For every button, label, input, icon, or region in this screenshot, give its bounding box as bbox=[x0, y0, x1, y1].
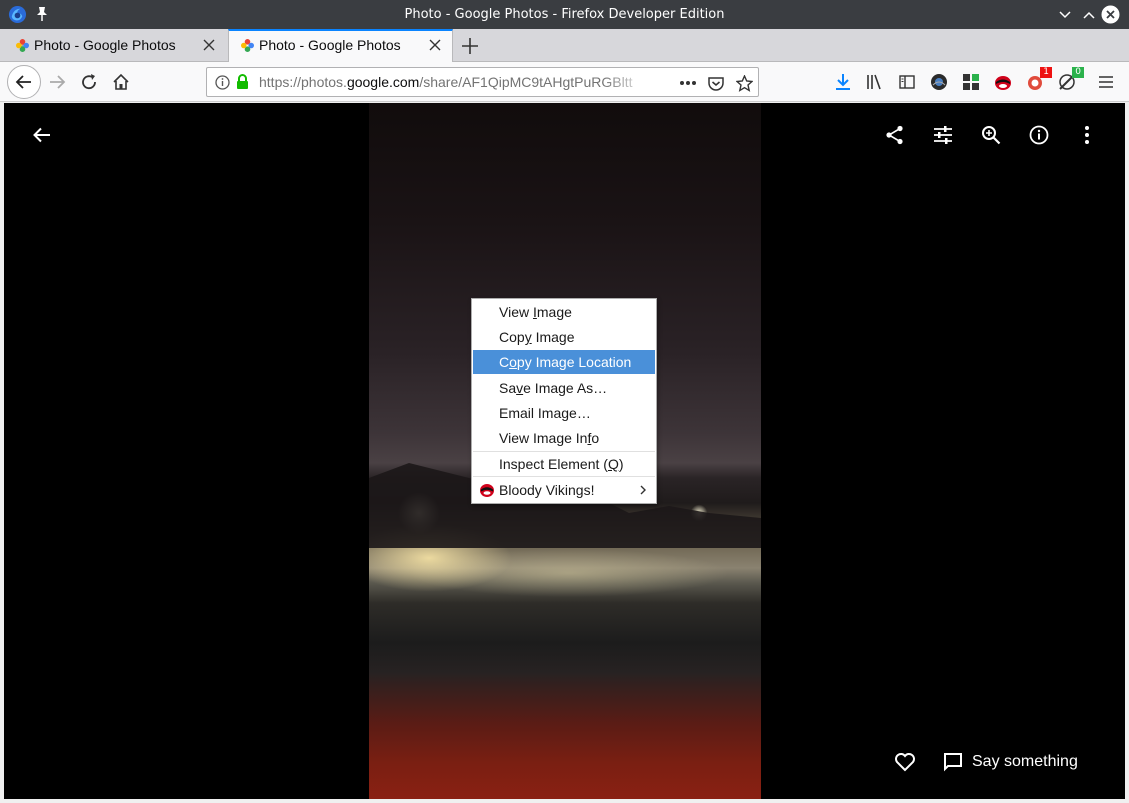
sidebar-button[interactable] bbox=[896, 71, 918, 93]
browser-window: Photo - Google Photos - Firefox Develope… bbox=[0, 0, 1129, 803]
minimize-button[interactable] bbox=[1055, 5, 1074, 24]
hamburger-menu-icon bbox=[1099, 76, 1113, 88]
menu-item-view-image[interactable]: View Image bbox=[473, 300, 655, 324]
window-title: Photo - Google Photos - Firefox Develope… bbox=[404, 7, 725, 22]
heart-icon bbox=[895, 753, 915, 772]
url-bar[interactable]: https://photos.google.com/share/AF1QipMC… bbox=[206, 67, 759, 97]
nav-bar: https://photos.google.com/share/AF1QipMC… bbox=[0, 62, 1129, 102]
chevron-down-icon bbox=[1058, 10, 1071, 18]
info-button[interactable] bbox=[1025, 121, 1053, 149]
url-text: https://photos.google.com/share/AF1QipMC… bbox=[259, 74, 633, 90]
page-actions-button[interactable] bbox=[678, 73, 698, 93]
menu-item-email-image[interactable]: Email Image… bbox=[473, 401, 655, 425]
zoom-in-icon bbox=[982, 126, 1001, 145]
close-tab-icon[interactable] bbox=[428, 38, 442, 52]
new-tab-icon[interactable] bbox=[460, 36, 480, 56]
favorite-button[interactable] bbox=[891, 748, 919, 776]
grid-addon-icon bbox=[963, 74, 979, 90]
tab-strip: Photo - Google Photos Photo - Google Pho… bbox=[0, 29, 1129, 63]
title-bar: Photo - Google Photos - Firefox Develope… bbox=[0, 0, 1129, 29]
close-tab-icon[interactable] bbox=[202, 38, 216, 52]
tab-label: Photo - Google Photos bbox=[34, 37, 176, 53]
notification-badge: 0 bbox=[1072, 67, 1084, 78]
reload-button[interactable] bbox=[75, 68, 103, 96]
chevron-up-icon bbox=[1082, 11, 1095, 19]
chevron-right-icon bbox=[640, 485, 646, 495]
menu-item-copy-image-location[interactable]: Copy Image Location bbox=[473, 350, 655, 374]
close-window-button[interactable] bbox=[1101, 5, 1120, 24]
share-icon bbox=[886, 125, 903, 145]
comment-icon bbox=[944, 753, 962, 772]
home-icon bbox=[113, 73, 129, 90]
app-menu-button[interactable] bbox=[1095, 71, 1117, 93]
addon-badge-green-button[interactable]: 0 bbox=[1056, 67, 1084, 93]
viking-icon bbox=[480, 484, 494, 497]
info-icon[interactable] bbox=[215, 75, 230, 90]
back-button[interactable] bbox=[7, 65, 41, 99]
google-photos-favicon bbox=[16, 39, 29, 52]
star-icon bbox=[735, 74, 753, 92]
comment-button[interactable] bbox=[939, 748, 967, 776]
close-icon bbox=[1101, 5, 1120, 24]
pocket-icon bbox=[708, 76, 724, 91]
menu-item-view-image-info[interactable]: View Image Info bbox=[473, 426, 655, 450]
addon-badge-red-button[interactable]: 1 bbox=[1024, 67, 1052, 93]
library-icon bbox=[867, 74, 881, 90]
arrow-left-icon bbox=[15, 75, 31, 89]
home-button[interactable] bbox=[107, 68, 135, 96]
sidebar-icon bbox=[899, 75, 915, 89]
menu-item-bloody-vikings[interactable]: Bloody Vikings! bbox=[473, 478, 655, 502]
context-menu: View Image Copy Image Copy Image Locatio… bbox=[471, 298, 657, 504]
tune-sliders-icon bbox=[934, 126, 952, 144]
viking-icon bbox=[995, 76, 1011, 90]
maximize-button[interactable] bbox=[1079, 5, 1098, 24]
reload-icon bbox=[82, 74, 96, 90]
library-button[interactable] bbox=[864, 71, 886, 93]
bloody-vikings-button[interactable] bbox=[992, 71, 1014, 93]
more-options-button[interactable] bbox=[1073, 121, 1101, 149]
info-icon bbox=[1029, 125, 1049, 145]
addon-dark-button[interactable] bbox=[928, 71, 950, 93]
edit-button[interactable] bbox=[929, 121, 957, 149]
more-horizontal-icon bbox=[680, 81, 696, 85]
globe-addon-icon bbox=[931, 74, 947, 90]
pocket-button[interactable] bbox=[706, 73, 726, 93]
menu-separator bbox=[473, 476, 655, 477]
bookmark-star-button[interactable] bbox=[734, 73, 754, 93]
addon-grid-button[interactable] bbox=[960, 71, 982, 93]
downloads-button[interactable] bbox=[832, 71, 854, 93]
more-vertical-icon bbox=[1085, 126, 1089, 144]
menu-item-inspect-element[interactable]: Inspect Element (Q) bbox=[473, 452, 655, 476]
notification-badge: 1 bbox=[1040, 67, 1052, 78]
download-icon bbox=[836, 74, 850, 90]
lock-icon[interactable] bbox=[236, 74, 249, 90]
tab-photo-1[interactable]: Photo - Google Photos bbox=[4, 29, 226, 62]
menu-item-save-image-as[interactable]: Save Image As… bbox=[473, 376, 655, 400]
share-button[interactable] bbox=[881, 121, 909, 149]
viewer-back-button[interactable] bbox=[28, 121, 56, 149]
arrow-left-icon bbox=[33, 127, 50, 143]
zoom-button[interactable] bbox=[977, 121, 1005, 149]
arrow-right-icon bbox=[50, 75, 66, 89]
forward-button[interactable] bbox=[43, 68, 71, 96]
tab-photo-2[interactable]: Photo - Google Photos bbox=[228, 29, 453, 63]
menu-item-copy-image[interactable]: Copy Image bbox=[473, 325, 655, 349]
tab-label: Photo - Google Photos bbox=[259, 37, 401, 53]
google-photos-favicon bbox=[241, 39, 254, 52]
comment-label[interactable]: Say something bbox=[972, 753, 1078, 771]
